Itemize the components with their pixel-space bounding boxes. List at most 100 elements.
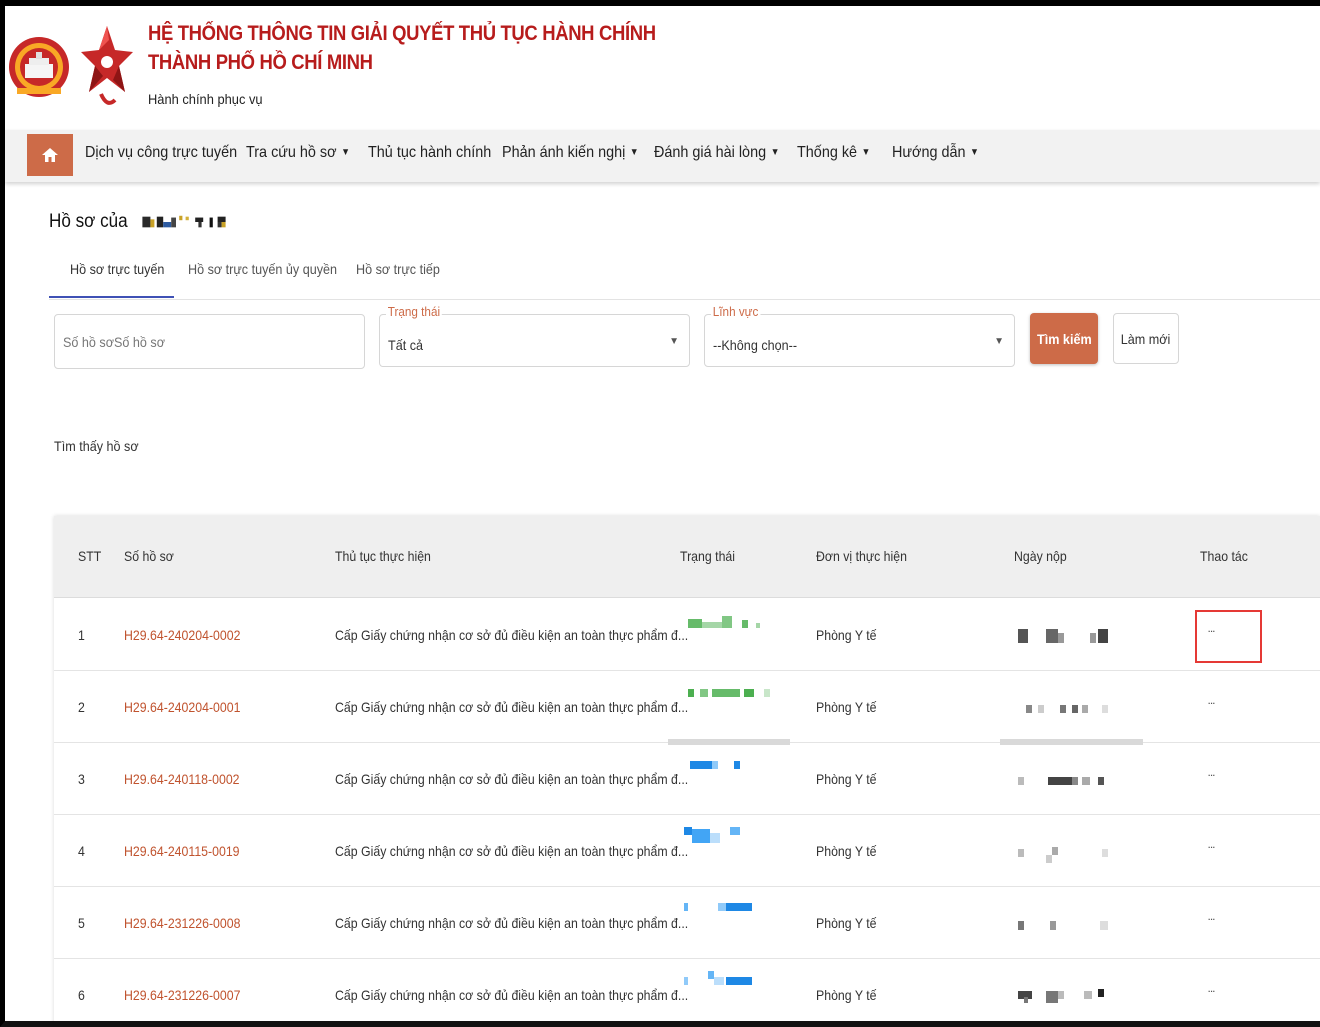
procedure-name: Cấp Giấy chứng nhận cơ sở đủ điều kiện a…	[335, 915, 689, 931]
table-row: 1 H29.64-240204-0002 Cấp Giấy chứng nhận…	[54, 599, 1320, 671]
field-label: Lĩnh vực	[711, 304, 761, 319]
nav-procedures[interactable]: Thủ tục hành chính	[368, 144, 491, 162]
row-stt: 3	[78, 771, 85, 787]
col-header-stt: STT	[78, 548, 102, 564]
col-header-submit-date: Ngày nộp	[1014, 548, 1067, 564]
redacted-name	[142, 215, 226, 228]
unit-name: Phòng Y tế	[816, 699, 877, 715]
nav-satisfaction[interactable]: Đánh giá hài lòng ▼	[654, 144, 780, 162]
nav-statistics[interactable]: Thống kê ▼	[797, 144, 870, 162]
public-service-logo-icon	[81, 26, 133, 105]
city-title: THÀNH PHỐ HỒ CHÍ MINH	[148, 51, 373, 74]
nav-lookup[interactable]: Tra cứu hồ sơ ▼	[246, 144, 350, 162]
redacted-date	[1018, 629, 1108, 643]
col-header-record-number: Số hồ sơ	[124, 548, 174, 564]
tab-authorized-records[interactable]: Hồ sơ trực tuyến ủy quyền	[188, 261, 337, 277]
status-selected-value: Tất cả	[388, 337, 424, 353]
status-label: Trạng thái	[386, 304, 442, 319]
caret-down-icon: ▼	[341, 147, 350, 158]
nav-feedback[interactable]: Phản ánh kiến nghị ▼	[502, 144, 639, 162]
row-divider	[1000, 739, 1143, 745]
record-number-link[interactable]: H29.64-240118-0002	[124, 771, 240, 787]
redacted-status	[684, 971, 752, 985]
main-navbar: Dịch vụ công trực tuyến Tra cứu hồ sơ ▼ T…	[5, 130, 1320, 182]
tab-direct-records[interactable]: Hồ sơ trực tiếp	[356, 261, 440, 277]
table-row: 6 H29.64-231226-0007 Cấp Giấy chứng nhận…	[54, 959, 1320, 1021]
nav-label: Thống kê	[797, 144, 858, 161]
redacted-status	[684, 903, 752, 911]
more-actions-button[interactable]: ...	[1201, 765, 1221, 789]
unit-name: Phòng Y tế	[816, 915, 877, 931]
nav-label: Dịch vụ công trực tuyến	[85, 144, 238, 161]
row-stt: 2	[78, 699, 85, 715]
record-number-link[interactable]: H29.64-240204-0002	[124, 627, 240, 643]
record-number-link[interactable]: H29.64-231226-0007	[124, 987, 240, 1003]
status-select[interactable]: Trạng thái Tất cả ▼	[379, 304, 690, 367]
procedure-name: Cấp Giấy chứng nhận cơ sở đủ điều kiện a…	[335, 699, 689, 715]
redacted-date	[1018, 989, 1104, 1003]
procedure-name: Cấp Giấy chứng nhận cơ sở đủ điều kiện a…	[335, 627, 689, 643]
nav-online-services[interactable]: Dịch vụ công trực tuyến	[85, 144, 237, 162]
dropdown-arrow-icon: ▼	[994, 336, 1004, 347]
record-number-placeholder: Số hồ sơSố hồ sơ	[63, 334, 165, 350]
procedure-name: Cấp Giấy chứng nhận cơ sở đủ điều kiện a…	[335, 843, 689, 859]
nav-label: Phản ánh kiến nghị	[502, 144, 626, 161]
city-emblem-icon	[9, 37, 69, 97]
tab-online-records[interactable]: Hồ sơ trực tuyến	[70, 261, 164, 277]
reset-button-label: Làm mới	[1121, 330, 1171, 347]
site-subtitle: Hành chính phục vụ	[148, 91, 263, 107]
field-select[interactable]: Lĩnh vực --Không chọn-- ▼	[704, 304, 1015, 367]
unit-name: Phòng Y tế	[816, 627, 877, 643]
dropdown-arrow-icon: ▼	[669, 336, 679, 347]
col-header-procedure: Thủ tục thực hiện	[335, 548, 431, 564]
procedure-name: Cấp Giấy chứng nhận cơ sở đủ điều kiện a…	[335, 987, 689, 1003]
more-actions-button[interactable]: ...	[1201, 693, 1221, 717]
record-tabs: Hồ sơ trực tuyến Hồ sơ trực tuyến ủy quy…	[49, 254, 1320, 300]
record-number-link[interactable]: H29.64-231226-0008	[124, 915, 240, 931]
unit-name: Phòng Y tế	[816, 771, 877, 787]
caret-down-icon: ▼	[770, 147, 780, 158]
redacted-date	[1026, 705, 1108, 713]
search-button-label: Tìm kiếm	[1036, 330, 1092, 347]
redacted-date	[1018, 921, 1108, 930]
record-number-link[interactable]: H29.64-240204-0001	[124, 699, 240, 715]
page-title: Hồ sơ của	[49, 211, 249, 233]
home-icon	[42, 148, 58, 162]
col-header-status: Trạng thái	[680, 548, 736, 564]
nav-label: Thủ tục hành chính	[368, 144, 492, 161]
reset-button[interactable]: Làm mới	[1113, 313, 1179, 364]
nav-guide[interactable]: Hướng dẫn ▼	[892, 144, 979, 162]
table-row: 4 H29.64-240115-0019 Cấp Giấy chứng nhận…	[54, 815, 1320, 887]
redacted-status	[684, 827, 740, 843]
caret-down-icon: ▼	[861, 147, 871, 158]
procedure-name: Cấp Giấy chứng nhận cơ sở đủ điều kiện a…	[335, 771, 689, 787]
nav-label: Tra cứu hồ sơ	[246, 144, 337, 161]
record-number-input[interactable]: Số hồ sơSố hồ sơ	[54, 314, 365, 369]
active-tab-indicator	[49, 296, 174, 298]
field-selected-value: --Không chọn--	[713, 337, 798, 353]
row-divider	[668, 739, 790, 745]
redacted-status	[688, 616, 760, 628]
redacted-date	[1018, 847, 1108, 863]
more-actions-button[interactable]: ...	[1201, 981, 1221, 1005]
system-title: HỆ THỐNG THÔNG TIN GIẢI QUYẾT THỦ TỤC HÀ…	[148, 22, 656, 45]
redacted-date	[1018, 777, 1104, 785]
caret-down-icon: ▼	[970, 147, 979, 158]
highlight-box	[1195, 610, 1262, 663]
redacted-status	[690, 761, 740, 769]
nav-label: Đánh giá hài lòng	[654, 144, 767, 161]
unit-name: Phòng Y tế	[816, 843, 877, 859]
search-button[interactable]: Tìm kiếm	[1030, 313, 1098, 364]
results-count-text: Tìm thấy hồ sơ	[54, 438, 139, 454]
row-stt: 5	[78, 915, 85, 931]
more-actions-button[interactable]: ...	[1201, 909, 1221, 933]
home-button[interactable]	[27, 134, 73, 176]
more-actions-button[interactable]: ...	[1201, 837, 1221, 861]
col-header-unit: Đơn vị thực hiện	[816, 548, 907, 564]
table-row: 5 H29.64-231226-0008 Cấp Giấy chứng nhận…	[54, 887, 1320, 959]
row-stt: 4	[78, 843, 85, 859]
col-header-actions: Thao tác	[1200, 548, 1248, 564]
nav-label: Hướng dẫn	[892, 144, 966, 161]
table-header: STT Số hồ sơ Thủ tục thực hiện Trạng thá…	[54, 516, 1320, 598]
record-number-link[interactable]: H29.64-240115-0019	[124, 843, 240, 859]
